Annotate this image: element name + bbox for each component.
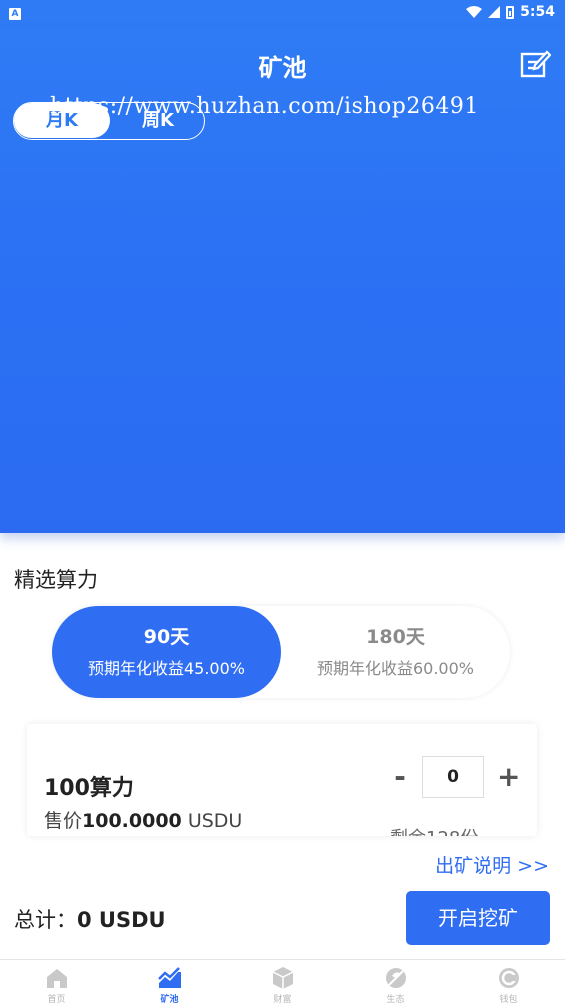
ecology-icon (385, 968, 406, 988)
watermark-text: https://www.huzhan.com/ishop26491 (50, 94, 479, 119)
tab-label: 矿池 (160, 995, 179, 1005)
period-option-90[interactable]: 90天 预期年化收益45.00% (52, 606, 281, 698)
wifi-icon (466, 6, 483, 18)
tab-wallet[interactable]: 钱包 (452, 960, 565, 1008)
home-icon (46, 969, 67, 988)
period-days: 90天 (143, 626, 190, 648)
mining-explanation-link[interactable]: 出矿说明 >> (435, 851, 549, 878)
quantity-input[interactable]: 0 (422, 756, 484, 798)
chart-icon (157, 967, 181, 988)
period-yield: 预期年化收益60.00% (316, 659, 474, 678)
price-value: 100.0000 (82, 810, 182, 832)
product-name: 100算力 (44, 776, 134, 801)
product-price: 售价100.0000 USDU (44, 806, 242, 833)
tab-ecology[interactable]: 生态 (339, 960, 452, 1008)
battery-icon (506, 5, 515, 19)
app-notification-icon: A (9, 8, 21, 20)
period-days: 180天 (366, 626, 425, 648)
edit-icon[interactable] (519, 48, 551, 80)
tab-label: 财富 (273, 995, 292, 1005)
wallet-icon (498, 968, 519, 988)
tab-label: 首页 (47, 995, 66, 1005)
price-prefix: 售价 (44, 810, 83, 832)
page-title: 矿池 (258, 54, 307, 82)
tab-wealth[interactable]: 财富 (226, 960, 339, 1008)
cube-icon (272, 967, 293, 989)
tab-home[interactable]: 首页 (0, 960, 113, 1008)
period-yield: 预期年化收益45.00% (87, 659, 245, 678)
remaining-count: 剩余128份 (390, 824, 478, 836)
period-selector: 90天 预期年化收益45.00% 180天 预期年化收益60.00% (52, 606, 510, 698)
total-value: 0 USDU (77, 908, 166, 932)
signal-icon (488, 6, 501, 18)
increment-button[interactable]: + (497, 762, 520, 792)
total-amount: 总计：0 USDU (14, 904, 166, 934)
total-label: 总计： (14, 908, 77, 932)
section-title: 精选算力 (14, 568, 98, 592)
decrement-button[interactable]: - (389, 762, 411, 792)
tab-pool[interactable]: 矿池 (113, 960, 226, 1008)
bottom-tab-bar: 首页 矿池 财富 生态 钱包 (0, 959, 565, 1008)
status-bar: A 5:54 (0, 0, 565, 28)
tab-label: 钱包 (499, 995, 518, 1005)
price-unit: USDU (187, 810, 243, 832)
status-time: 5:54 (520, 4, 555, 20)
start-mining-button[interactable]: 开启挖矿 (406, 891, 550, 945)
product-card: 100算力 售价100.0000 USDU - 0 + 剩余128份 (27, 724, 537, 836)
tab-label: 生态 (386, 995, 405, 1005)
period-option-180[interactable]: 180天 预期年化收益60.00% (281, 606, 510, 698)
